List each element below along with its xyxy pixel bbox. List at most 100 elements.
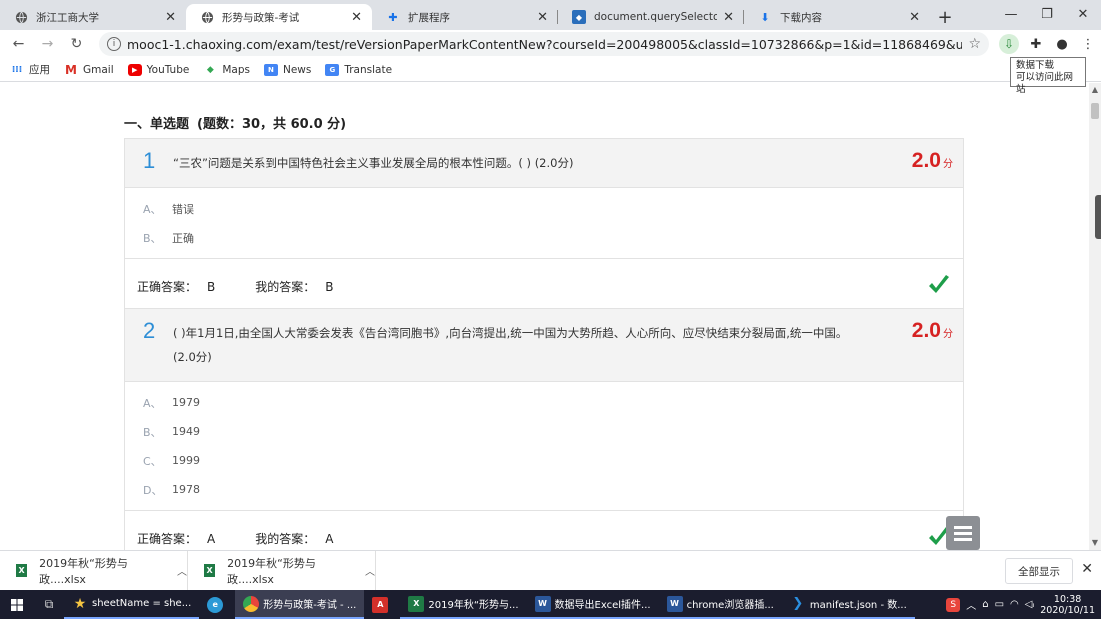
option-a: A、 错误 — [143, 194, 963, 223]
section-title: 一、单选题 (题数：30，共 60.0 分) — [124, 113, 346, 132]
taskbar-app-folder[interactable]: ★ sheetName = she... — [64, 590, 200, 619]
tab-1[interactable]: 形势与政策-考试 ✕ — [186, 4, 372, 30]
taskbar-app-excel[interactable]: X 2019年秋“形势与... — [400, 590, 527, 619]
chevron-up-icon[interactable]: ︿ — [365, 563, 375, 578]
close-window-button[interactable]: ✕ — [1065, 0, 1101, 28]
task-view-icon[interactable]: ⧉ — [34, 597, 64, 612]
option-list: A、 错误 B、 正确 — [125, 188, 963, 259]
my-answer-value: B — [325, 279, 334, 294]
battery-icon[interactable]: ▭ — [995, 599, 1004, 610]
question-card: 2 ( )年1月1日,由全国人大常委会发表《告台湾同胞书》,向台湾提出,统一中国… — [124, 308, 964, 550]
puzzle-icon: ✚ — [388, 10, 398, 24]
show-all-downloads-button[interactable]: 全部显示 — [1005, 558, 1073, 584]
scroll-up-arrow-icon[interactable]: ▲ — [1089, 83, 1101, 97]
bookmark-youtube[interactable]: ▶ YouTube — [127, 63, 189, 76]
volume-icon[interactable]: ◁ᵢ — [1025, 599, 1034, 610]
clock[interactable]: 10:38 2020/10/11 — [1040, 594, 1095, 616]
reload-button[interactable]: ↻ — [66, 36, 87, 52]
new-tab-button[interactable]: + — [930, 4, 960, 30]
tab-3[interactable]: ◆ document.querySelector() - V ✕ — [558, 4, 744, 30]
tray-expand-icon[interactable]: ︿ — [966, 597, 976, 612]
option-letter: A、 — [143, 396, 162, 410]
taskbar-app-vscode[interactable]: ❯ manifest.json - 数... — [781, 590, 915, 619]
url-text: mooc1-1.chaoxing.com/exam/test/reVersion… — [127, 36, 963, 52]
taskbar-app-edge[interactable]: e — [199, 590, 235, 619]
bookmark-label: Translate — [344, 63, 393, 76]
floating-menu-button[interactable] — [946, 516, 980, 550]
option-b: B、 正确 — [143, 223, 963, 252]
chrome-icon — [243, 595, 260, 612]
bookmark-label: 应用 — [29, 64, 50, 76]
extension-icons: ⇩ ✚ ● ⋮ — [999, 34, 1101, 54]
my-answer-label: 我的答案： — [255, 532, 316, 546]
close-icon[interactable]: ✕ — [909, 10, 920, 25]
bookmark-label: Maps — [222, 63, 250, 76]
network-icon[interactable]: ⌂ — [982, 599, 988, 610]
bookmark-news[interactable]: N News — [263, 63, 311, 76]
wifi-icon[interactable]: ◠ — [1010, 599, 1019, 610]
minimize-button[interactable]: — — [993, 0, 1029, 28]
tab-0[interactable]: 浙江工商大学 ✕ — [0, 4, 186, 30]
option-text: 错误 — [172, 202, 194, 216]
close-icon[interactable]: ✕ — [723, 10, 734, 25]
taskbar-app-chrome[interactable]: 形势与政策-考试 - ... — [235, 590, 365, 619]
windows-start-icon[interactable] — [0, 598, 34, 611]
download-item[interactable]: X 2019年秋“形势与政....xlsx ︿ — [0, 550, 188, 591]
close-icon[interactable]: ✕ — [351, 10, 362, 25]
download-filename: 2019年秋“形势与政....xlsx — [39, 556, 128, 586]
profile-avatar-icon[interactable]: ● — [1049, 37, 1075, 52]
close-icon[interactable]: ✕ — [165, 10, 176, 25]
tab-title: document.querySelector() - V — [594, 11, 718, 23]
score-value: 2.0 — [911, 149, 941, 172]
back-button[interactable]: ← — [8, 36, 29, 52]
download-item[interactable]: X 2019年秋“形势与政....xlsx ︿ — [188, 550, 376, 591]
info-icon[interactable]: i — [107, 37, 121, 51]
maps-icon: ◆ — [206, 64, 214, 75]
side-panel-handle[interactable] — [1095, 195, 1101, 239]
bookmark-gmail[interactable]: M Gmail — [64, 63, 114, 77]
translate-icon: G — [325, 63, 340, 76]
bookmark-apps[interactable]: ⁞⁞⁞ 应用 — [10, 62, 50, 77]
option-c: C、 1999 — [143, 446, 963, 475]
option-text: 1978 — [172, 483, 200, 496]
close-icon[interactable]: ✕ — [1081, 561, 1093, 577]
tooltip-line: 可以访问此网站 — [1016, 72, 1074, 95]
my-answer-value: A — [325, 531, 334, 546]
address-bar[interactable]: i mooc1-1.chaoxing.com/exam/test/reVersi… — [99, 32, 989, 56]
question-number: 1 — [143, 148, 156, 173]
extensions-puzzle-icon[interactable]: ✚ — [1023, 37, 1049, 52]
taskbar-app-word-2[interactable]: W chrome浏览器插... — [658, 590, 782, 619]
sogou-ime-icon[interactable]: S — [946, 597, 961, 612]
score-unit: 分 — [943, 159, 953, 170]
bookmark-translate[interactable]: G Translate — [325, 63, 393, 76]
apps-grid-icon: ⁞⁞⁞ — [11, 64, 23, 75]
option-text: 1979 — [172, 396, 200, 409]
tab-4[interactable]: ⬇ 下载内容 ✕ — [744, 4, 930, 30]
taskbar-app-word-1[interactable]: W 数据导出Excel插件... — [526, 590, 659, 619]
taskbar-app-acrobat[interactable]: A — [364, 590, 400, 619]
bookmark-star-icon[interactable]: ☆ — [968, 36, 981, 52]
mdn-icon: ◆ — [572, 10, 586, 24]
scroll-down-arrow-icon[interactable]: ▼ — [1089, 536, 1101, 550]
scroll-thumb[interactable] — [1091, 103, 1099, 119]
close-icon[interactable]: ✕ — [537, 10, 548, 25]
correct-answer-value: B — [207, 279, 216, 294]
system-tray: S ︿ ⌂ ▭ ◠ ◁ᵢ 10:38 2020/10/11 — [946, 590, 1095, 619]
taskbar-app-label: 2019年秋“形势与... — [428, 600, 519, 611]
menu-kebab-icon[interactable]: ⋮ — [1075, 37, 1101, 52]
browser-toolbar: ← → ↻ i mooc1-1.chaoxing.com/exam/test/r… — [0, 30, 1101, 58]
data-download-extension-icon[interactable]: ⇩ — [999, 34, 1019, 54]
option-text: 1999 — [172, 454, 200, 467]
option-letter: B、 — [143, 425, 162, 439]
score-value: 2.0 — [911, 319, 941, 342]
word-icon: W — [534, 595, 551, 612]
question-number: 2 — [143, 318, 156, 343]
question-text: “三农”问题是关系到中国特色社会主义事业发展全局的根本性问题。( ) (2.0分… — [173, 156, 574, 170]
maximize-button[interactable]: ❐ — [1029, 0, 1065, 28]
tab-2[interactable]: ✚ 扩展程序 ✕ — [372, 4, 558, 30]
youtube-icon: ▶ — [127, 63, 142, 76]
chevron-up-icon[interactable]: ︿ — [177, 563, 187, 578]
forward-button[interactable]: → — [37, 36, 58, 52]
page-scrollbar[interactable]: ▲ ▼ — [1089, 83, 1101, 550]
bookmark-maps[interactable]: ◆ Maps — [203, 64, 250, 76]
